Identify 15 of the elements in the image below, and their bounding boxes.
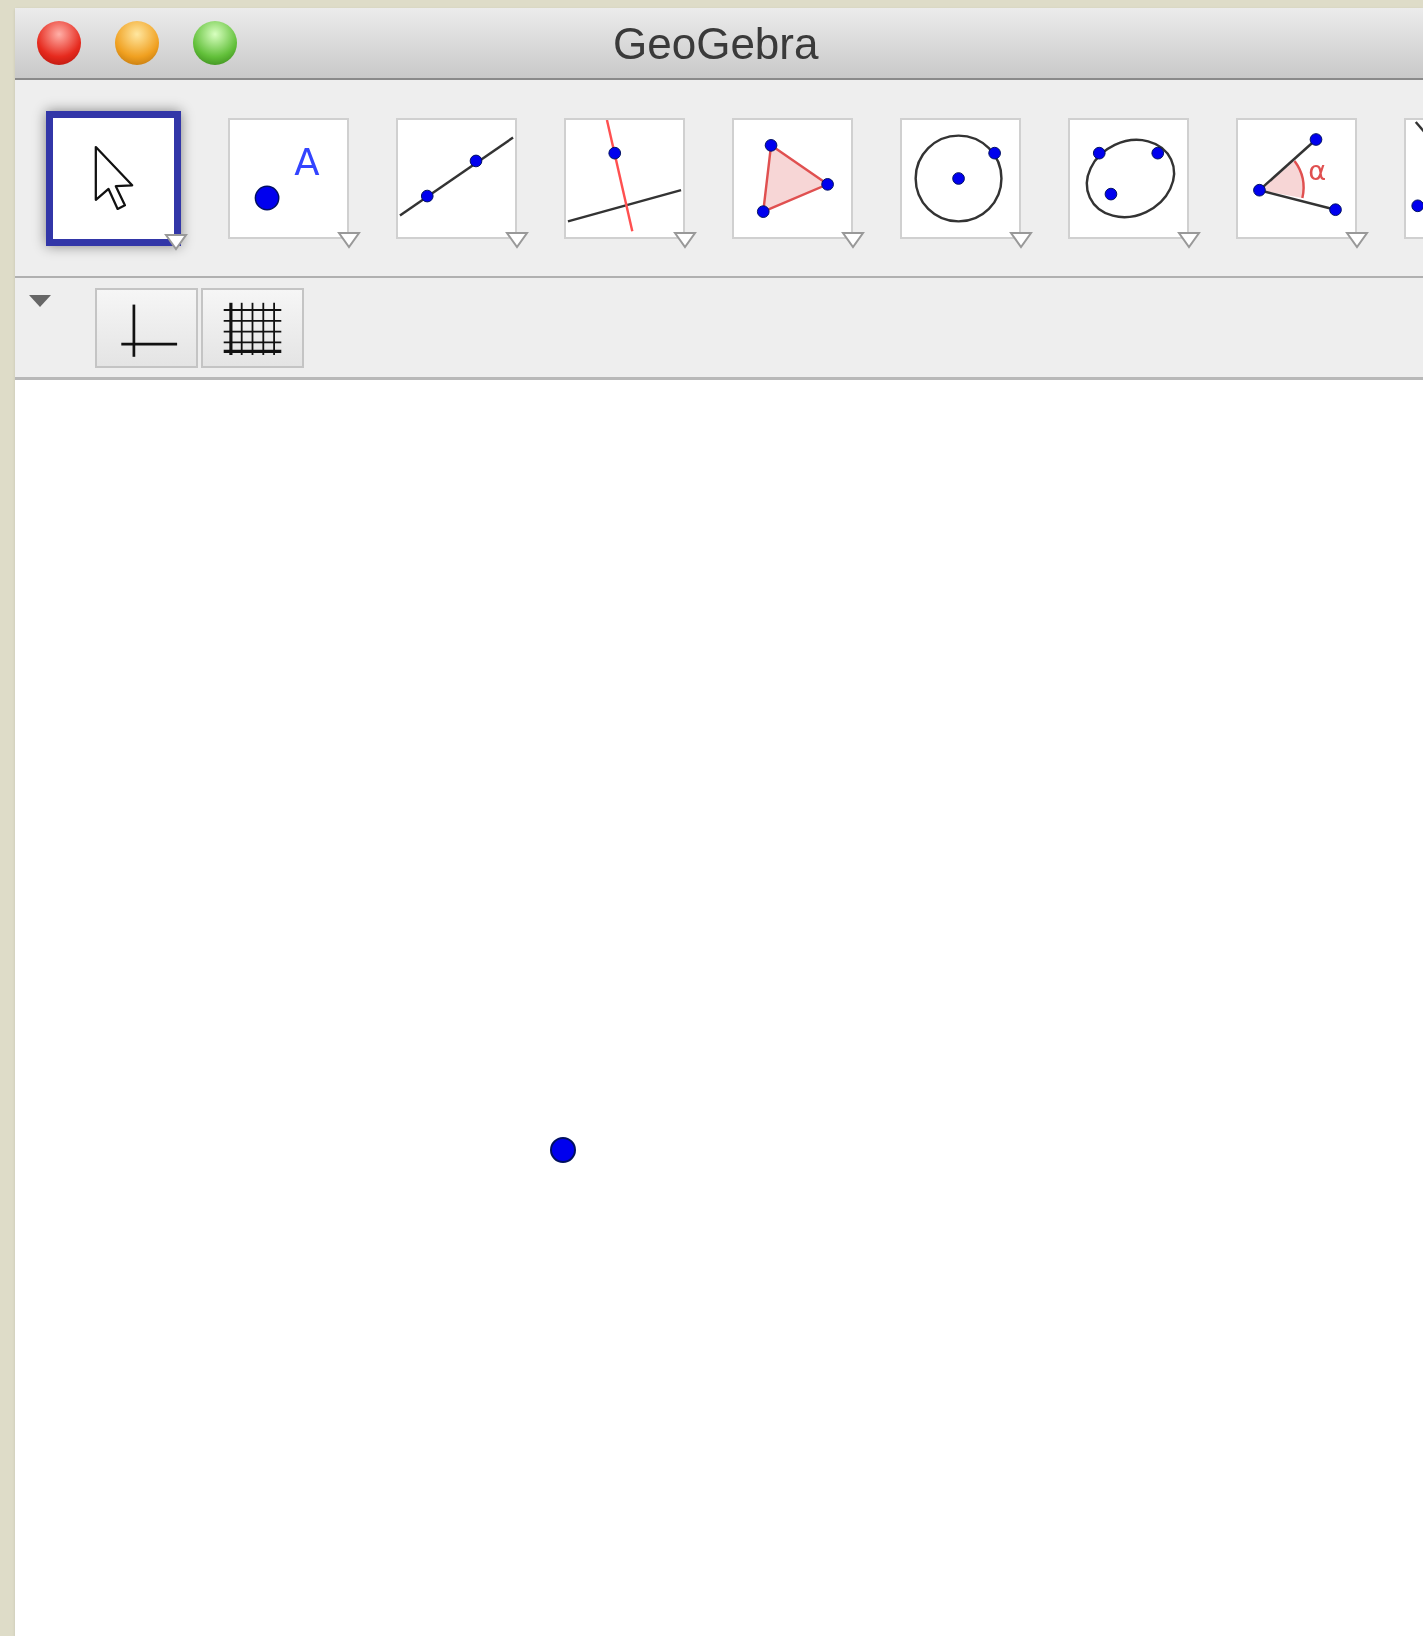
collapse-icon[interactable] bbox=[27, 294, 53, 308]
cursor-icon bbox=[93, 145, 134, 211]
close-button[interactable] bbox=[37, 21, 81, 65]
dropdown-icon bbox=[164, 232, 188, 251]
dropdown-icon bbox=[337, 230, 361, 249]
dropdown-icon bbox=[673, 230, 697, 249]
view-toggle-button[interactable] bbox=[95, 288, 198, 368]
point-marker[interactable] bbox=[548, 1135, 578, 1165]
dropdown-icon bbox=[505, 230, 529, 249]
dropdown-icon bbox=[1345, 230, 1369, 249]
dropdown-icon bbox=[841, 230, 865, 249]
window-title: GeoGebra bbox=[613, 18, 819, 70]
view-toggle-button[interactable] bbox=[201, 288, 304, 368]
dropdown-icon bbox=[1177, 230, 1201, 249]
dropdown-icon bbox=[1009, 230, 1033, 249]
